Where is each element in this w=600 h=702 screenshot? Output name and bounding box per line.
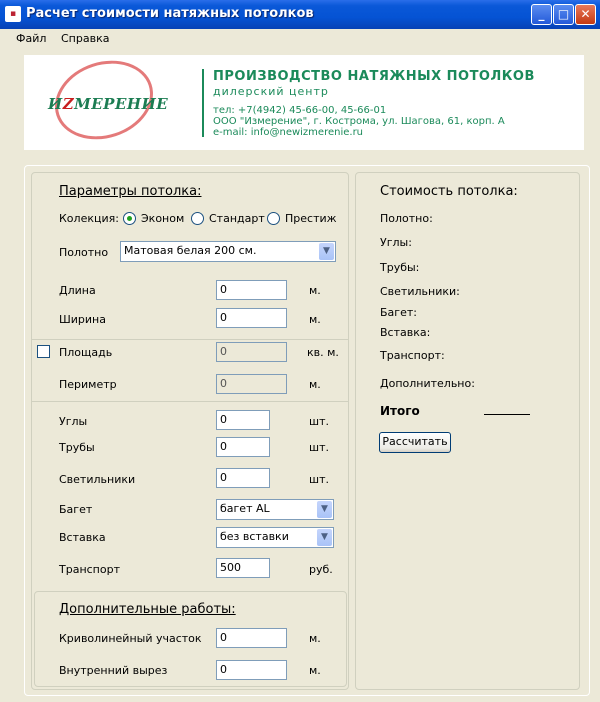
extra-title: Дополнительные работы:	[59, 602, 236, 617]
curve-label: Криволинейный участок	[59, 632, 202, 645]
lamps-label: Светильники	[59, 473, 136, 486]
insert-label: Вставка	[59, 531, 106, 544]
cost-baguette: Багет:	[380, 306, 417, 319]
insert-select[interactable]: без вставки ▼	[216, 527, 334, 548]
insert-select-value: без вставки	[220, 530, 289, 543]
total-value-line	[484, 414, 530, 415]
cost-insert: Вставка:	[380, 326, 431, 339]
banner-address: ООО "Измерение", г. Кострома, ул. Шагова…	[213, 116, 505, 127]
baguette-select-value: багет AL	[220, 502, 270, 515]
maximize-button[interactable]: □	[553, 4, 574, 25]
chevron-down-icon[interactable]: ▼	[319, 243, 334, 260]
transport-input[interactable]: 500	[216, 558, 270, 578]
length-input[interactable]: 0	[216, 280, 287, 300]
area-checkbox[interactable]	[37, 345, 50, 358]
baguette-select[interactable]: багет AL ▼	[216, 499, 334, 520]
transport-label: Транспорт	[59, 563, 120, 576]
perimeter-output: 0	[216, 374, 287, 394]
pipes-unit: шт.	[309, 441, 329, 454]
banner-subtitle: дилерский центр	[213, 85, 329, 98]
cost-corners: Углы:	[380, 236, 412, 249]
collection-label: Колекция:	[59, 212, 119, 225]
area-label: Площадь	[59, 346, 113, 359]
baguette-label: Багет	[59, 503, 93, 516]
corners-unit: шт.	[309, 415, 329, 428]
banner-phone: тел: +7(4942) 45-66-00, 45-66-01	[213, 105, 387, 116]
chevron-down-icon[interactable]: ▼	[317, 501, 332, 518]
radio-economy-label[interactable]: Эконом	[141, 212, 184, 225]
cost-transport: Транспорт:	[380, 349, 445, 362]
length-unit: м.	[309, 284, 321, 297]
menu-bar: Файл Справка	[0, 29, 600, 49]
canvas-select[interactable]: Матовая белая 200 см. ▼	[120, 241, 336, 262]
curve-input[interactable]: 0	[216, 628, 287, 648]
app-icon: ▪	[5, 6, 21, 22]
radio-standard[interactable]	[191, 212, 204, 225]
cut-label: Внутренний вырез	[59, 664, 168, 677]
cut-input[interactable]: 0	[216, 660, 287, 680]
total-label: Итого	[380, 404, 420, 418]
pipes-label: Трубы	[59, 441, 95, 454]
menu-file[interactable]: Файл	[16, 32, 46, 45]
cost-lamps: Светильники:	[380, 285, 460, 298]
transport-unit: руб.	[309, 563, 333, 576]
perimeter-unit: м.	[309, 378, 321, 391]
banner-title: ПРОИЗВОДСТВО НАТЯЖНЫХ ПОТОЛКОВ	[213, 69, 535, 84]
minimize-button[interactable]: _	[531, 4, 552, 25]
corners-input[interactable]: 0	[216, 410, 270, 430]
area-unit: кв. м.	[307, 346, 339, 359]
corners-label: Углы	[59, 415, 88, 428]
separator	[32, 401, 348, 402]
canvas-label: Полотно	[59, 246, 109, 259]
logo: ИZМЕРЕНИЕ	[48, 95, 169, 113]
banner-divider	[202, 69, 204, 137]
chevron-down-icon[interactable]: ▼	[317, 529, 332, 546]
title-bar[interactable]: ▪ Расчет стоимости натяжных потолков _ □…	[0, 0, 600, 29]
curve-unit: м.	[309, 632, 321, 645]
lamps-input[interactable]: 0	[216, 468, 270, 488]
width-unit: м.	[309, 313, 321, 326]
canvas-select-value: Матовая белая 200 см.	[124, 244, 257, 257]
lamps-unit: шт.	[309, 473, 329, 486]
menu-help[interactable]: Справка	[61, 32, 109, 45]
area-output: 0	[216, 342, 287, 362]
cost-group	[355, 172, 580, 690]
banner-email: e-mail: info@newizmerenie.ru	[213, 127, 364, 138]
radio-prestige-label[interactable]: Престиж	[285, 212, 337, 225]
window-title: Расчет стоимости натяжных потолков	[26, 6, 314, 21]
calculate-button[interactable]: Рассчитать	[379, 432, 451, 453]
cost-title: Стоимость потолка:	[380, 184, 518, 199]
perimeter-label: Периметр	[59, 378, 117, 391]
radio-prestige[interactable]	[267, 212, 280, 225]
width-input[interactable]: 0	[216, 308, 287, 328]
close-button[interactable]: ✕	[575, 4, 596, 25]
params-title: Параметры потолка:	[59, 184, 202, 199]
radio-economy[interactable]	[123, 212, 136, 225]
length-label: Длина	[59, 284, 96, 297]
radio-standard-label[interactable]: Стандарт	[209, 212, 265, 225]
cost-extra: Дополнительно:	[380, 377, 475, 390]
pipes-input[interactable]: 0	[216, 437, 270, 457]
separator	[32, 339, 348, 340]
width-label: Ширина	[59, 313, 106, 326]
cut-unit: м.	[309, 664, 321, 677]
cost-pipes: Трубы:	[380, 261, 420, 274]
cost-canvas: Полотно:	[380, 212, 433, 225]
company-banner: ИZМЕРЕНИЕ ПРОИЗВОДСТВО НАТЯЖНЫХ ПОТОЛКОВ…	[24, 48, 584, 152]
